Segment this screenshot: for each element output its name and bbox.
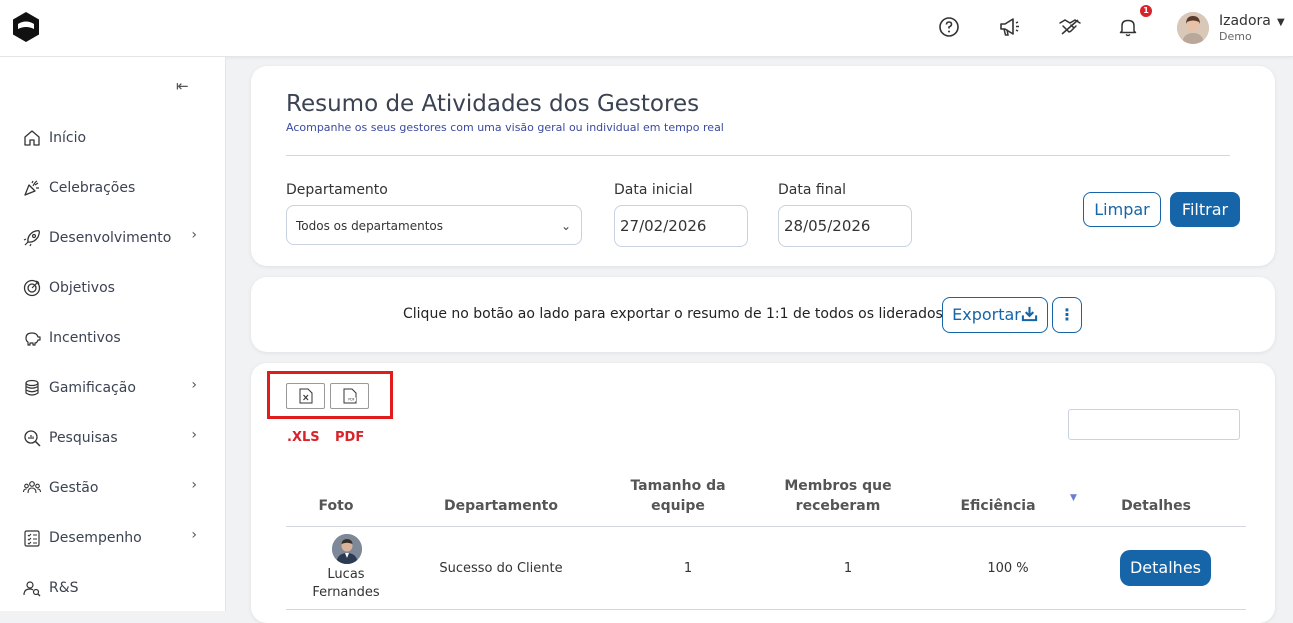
sidebar-item-celebracoes[interactable]: Celebrações <box>22 176 207 200</box>
column-header-departamento[interactable]: Departamento <box>426 496 576 516</box>
sidebar-item-inicio[interactable]: Início <box>22 126 207 150</box>
column-header-tamanho[interactable]: Tamanho da equipe <box>613 476 743 516</box>
row-team-size: 1 <box>683 561 693 576</box>
sidebar-item-incentivos[interactable]: Incentivos <box>22 326 207 350</box>
row-department: Sucesso do Cliente <box>439 561 563 576</box>
sidebar-item-label: Incentivos <box>49 330 121 346</box>
row-name-last: Fernandes <box>312 585 380 600</box>
party-icon <box>22 178 42 198</box>
sidebar-item-label: Início <box>49 130 87 146</box>
export-button[interactable]: Exportar <box>942 297 1048 333</box>
clear-button[interactable]: Limpar <box>1083 192 1161 227</box>
rocket-icon <box>22 228 42 248</box>
megaphone-icon[interactable] <box>996 14 1022 40</box>
chevron-right-icon: › <box>191 477 197 493</box>
chevron-right-icon: › <box>191 427 197 443</box>
svg-text:PDF: PDF <box>348 398 354 402</box>
avatar <box>332 534 362 564</box>
row-divider <box>286 609 1246 610</box>
export-pdf-button[interactable]: PDF <box>330 383 369 409</box>
end-date-label: Data final <box>778 182 847 198</box>
notification-badge: 1 <box>1140 5 1152 17</box>
row-name-first: Lucas <box>327 567 365 582</box>
coins-icon <box>22 378 42 398</box>
export-card: Clique no botão ao lado para exportar o … <box>251 277 1275 352</box>
export-instructions: Clique no botão ao lado para exportar o … <box>403 306 943 322</box>
kebab-icon: ⋮ <box>1059 305 1075 324</box>
user-search-icon <box>22 578 42 598</box>
column-header-line: Tamanho da <box>630 478 726 494</box>
chevron-right-icon: › <box>191 527 197 543</box>
pdf-file-icon: PDF <box>343 388 357 404</box>
sidebar-item-objetivos[interactable]: Objetivos <box>22 276 207 300</box>
end-date-input[interactable]: 28/05/2026 <box>778 205 912 247</box>
search-chart-icon <box>22 428 42 448</box>
column-header-membros[interactable]: Membros que receberam <box>773 476 903 516</box>
details-button[interactable]: Detalhes <box>1120 550 1211 586</box>
chevron-right-icon: › <box>191 377 197 393</box>
collapse-sidebar-icon[interactable]: ⇤ <box>176 77 189 95</box>
user-role: Demo <box>1219 30 1252 43</box>
sidebar-item-rs[interactable]: R&S <box>22 576 207 600</box>
sidebar-item-desempenho[interactable]: Desempenho › <box>22 526 207 550</box>
sidebar-item-gestao[interactable]: Gestão › <box>22 476 207 500</box>
download-icon <box>1021 306 1038 322</box>
divider <box>286 155 1230 156</box>
start-date-input[interactable]: 27/02/2026 <box>614 205 748 247</box>
export-xls-button[interactable] <box>286 383 325 409</box>
target-icon <box>22 278 42 298</box>
checklist-icon <box>22 528 42 548</box>
sidebar-item-label: Celebrações <box>49 180 136 196</box>
sidebar: ⇤ Início Celebrações Desenvolvimento › O… <box>0 57 226 611</box>
column-header-foto[interactable]: Foto <box>286 496 386 516</box>
sort-desc-icon[interactable]: ▼ <box>1070 493 1077 503</box>
department-select-value: Todos os departamentos <box>296 219 444 233</box>
sidebar-item-label: Desenvolvimento <box>49 230 172 246</box>
start-date-label: Data inicial <box>614 182 693 198</box>
column-header-line: receberam <box>795 498 881 514</box>
column-header-line: Membros que <box>784 478 892 494</box>
department-label: Departamento <box>286 182 388 198</box>
user-name[interactable]: Izadora <box>1219 13 1271 29</box>
user-avatar[interactable] <box>1177 12 1209 44</box>
pdf-label: PDF <box>335 430 365 445</box>
sidebar-item-gamificacao[interactable]: Gamificação › <box>22 376 207 400</box>
page-subtitle: Acompanhe os seus gestores com uma visão… <box>286 121 724 134</box>
filter-button[interactable]: Filtrar <box>1170 192 1240 227</box>
table-search-input[interactable] <box>1068 409 1240 440</box>
chevron-down-icon[interactable]: ▼ <box>1277 17 1285 28</box>
home-icon <box>22 128 42 148</box>
chevron-down-icon: ⌄ <box>560 219 571 233</box>
sidebar-item-label: Desempenho <box>49 530 142 546</box>
row-members: 1 <box>843 561 853 576</box>
table-card: PDF .XLS PDF Foto Departamento Tamanho d… <box>251 363 1275 623</box>
header-divider <box>286 526 1246 527</box>
team-icon <box>22 478 42 498</box>
xls-file-icon <box>299 388 313 404</box>
xls-label: .XLS <box>287 430 320 445</box>
sidebar-item-label: Gestão <box>49 480 99 496</box>
page-title: Resumo de Atividades dos Gestores <box>286 91 700 117</box>
sidebar-item-pesquisas[interactable]: Pesquisas › <box>22 426 207 450</box>
sidebar-item-label: Objetivos <box>49 280 115 296</box>
filters-card: Resumo de Atividades dos Gestores Acompa… <box>251 66 1275 266</box>
sidebar-item-label: R&S <box>49 580 79 596</box>
piggy-bank-icon <box>22 328 42 348</box>
export-button-label: Exportar <box>952 305 1021 324</box>
sidebar-item-label: Pesquisas <box>49 430 118 446</box>
help-icon[interactable] <box>936 14 962 40</box>
department-select[interactable]: Todos os departamentos ⌄ <box>286 205 582 245</box>
row-efficiency: 100 % <box>987 561 1029 576</box>
column-header-line: equipe <box>651 498 705 514</box>
more-options-button[interactable]: ⋮ <box>1052 297 1082 333</box>
column-header-detalhes: Detalhes <box>1121 498 1191 514</box>
logo[interactable] <box>11 11 41 43</box>
top-bar: 1 Izadora Demo ▼ <box>0 0 1293 57</box>
chevron-right-icon: › <box>191 227 197 243</box>
sidebar-item-desenvolvimento[interactable]: Desenvolvimento › <box>22 226 207 250</box>
handshake-icon[interactable] <box>1057 14 1083 40</box>
column-header-eficiencia[interactable]: Eficiência <box>933 496 1063 516</box>
sidebar-item-label: Gamificação <box>49 380 136 396</box>
bell-icon[interactable] <box>1115 14 1141 40</box>
